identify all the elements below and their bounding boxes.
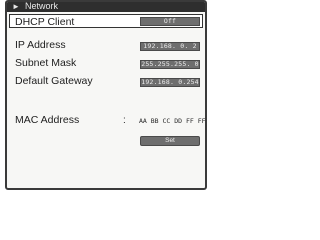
mac-address-label: MAC Address xyxy=(15,114,80,126)
default-gateway-field[interactable]: 192.168. 0.254 xyxy=(140,78,200,87)
dhcp-client-field[interactable]: Off xyxy=(140,17,200,26)
mac-separator: : xyxy=(123,115,126,126)
title-bar: ► Network xyxy=(7,2,205,12)
window-title: Network xyxy=(25,2,59,11)
network-settings-panel: ► Network DHCP Client Off IP Address 192… xyxy=(5,0,207,190)
set-button[interactable]: Set xyxy=(140,136,200,146)
subnet-mask-field[interactable]: 255.255.255. 0 xyxy=(140,60,200,69)
mac-address-value: AA BB CC DD FF FF xyxy=(139,117,206,125)
default-gateway-label: Default Gateway xyxy=(15,75,93,87)
menu-arrow-icon: ► xyxy=(12,2,20,11)
ip-address-label: IP Address xyxy=(15,39,66,51)
ip-address-field[interactable]: 192.168. 0. 2 xyxy=(140,42,200,51)
dhcp-client-label: DHCP Client xyxy=(15,16,75,28)
subnet-mask-label: Subnet Mask xyxy=(15,57,77,69)
